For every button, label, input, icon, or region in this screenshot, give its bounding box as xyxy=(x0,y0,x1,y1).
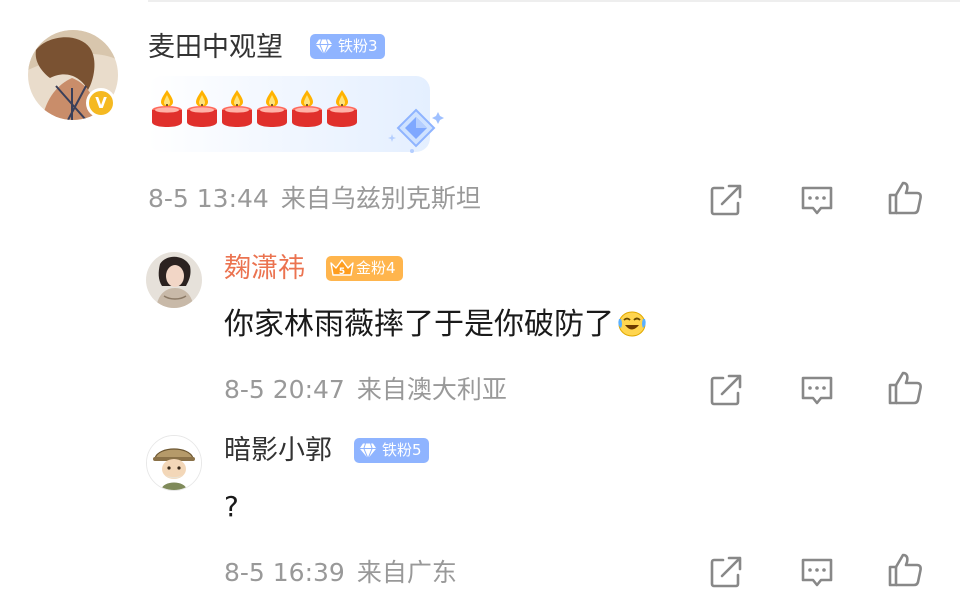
comment-text: 你家林雨薇摔了于是你破防了 xyxy=(224,302,648,348)
username[interactable]: 麦田中观望 xyxy=(148,31,283,65)
candle-icon xyxy=(327,90,357,127)
avatar[interactable] xyxy=(146,252,202,308)
share-icon xyxy=(707,371,745,409)
comment-meta: 8-5 13:44 来自乌兹别克斯坦 xyxy=(148,183,481,215)
candle-icon xyxy=(257,90,287,127)
share-button[interactable] xyxy=(707,181,745,219)
comment-button[interactable] xyxy=(798,371,836,409)
like-button[interactable] xyxy=(886,551,924,589)
timestamp: 8-5 13:44 xyxy=(148,184,269,213)
candle-icon xyxy=(222,90,252,127)
username[interactable]: 麹潇祎 xyxy=(224,252,305,286)
laugh-cry-emoji xyxy=(616,305,648,337)
fan-badge-label: 铁粉5 xyxy=(382,441,422,459)
timestamp: 8-5 20:47 xyxy=(224,375,345,404)
comment-button[interactable] xyxy=(798,181,836,219)
diamond-icon xyxy=(358,441,378,461)
comment-meta: 8-5 16:39 来自广东 xyxy=(224,557,457,589)
like-icon xyxy=(886,551,924,589)
location: 来自乌兹别克斯坦 xyxy=(280,184,481,213)
share-icon xyxy=(707,553,745,591)
comment-icon xyxy=(798,371,836,409)
fan-badge[interactable]: 铁粉3 xyxy=(310,34,385,59)
comment-meta: 8-5 20:47 来自澳大利亚 xyxy=(224,374,507,406)
candle-row xyxy=(150,88,360,132)
like-icon xyxy=(886,179,924,217)
share-icon xyxy=(707,181,745,219)
candle-icon xyxy=(152,90,182,127)
fan-badge-label: 铁粉3 xyxy=(338,37,378,55)
candle-icon xyxy=(292,90,322,127)
diamond-sticker-icon xyxy=(386,104,446,160)
candle-icon xyxy=(187,90,217,127)
comment-text: ? xyxy=(224,490,239,523)
comment-button[interactable] xyxy=(798,553,836,591)
like-button[interactable] xyxy=(886,369,924,407)
fan-badge[interactable]: 铁粉5 xyxy=(354,438,429,463)
avatar[interactable] xyxy=(146,435,202,491)
fan-badge-label: 金粉4 xyxy=(356,259,396,277)
location: 来自广东 xyxy=(356,558,457,587)
verified-badge-icon: V xyxy=(86,88,116,118)
timestamp: 8-5 16:39 xyxy=(224,558,345,587)
crown-icon: 5 xyxy=(330,259,354,277)
share-button[interactable] xyxy=(707,371,745,409)
top-divider xyxy=(148,0,960,2)
username[interactable]: 暗影小郭 xyxy=(224,434,332,468)
comment-icon xyxy=(798,181,836,219)
location: 来自澳大利亚 xyxy=(356,375,507,404)
like-icon xyxy=(886,369,924,407)
comment-body: 你家林雨薇摔了于是你破防了 xyxy=(224,307,614,342)
diamond-icon xyxy=(314,37,334,57)
like-button[interactable] xyxy=(886,179,924,217)
comment-icon xyxy=(798,553,836,591)
share-button[interactable] xyxy=(707,553,745,591)
crown-level: 5 xyxy=(339,267,345,277)
fan-badge[interactable]: 5 金粉4 xyxy=(326,256,403,281)
